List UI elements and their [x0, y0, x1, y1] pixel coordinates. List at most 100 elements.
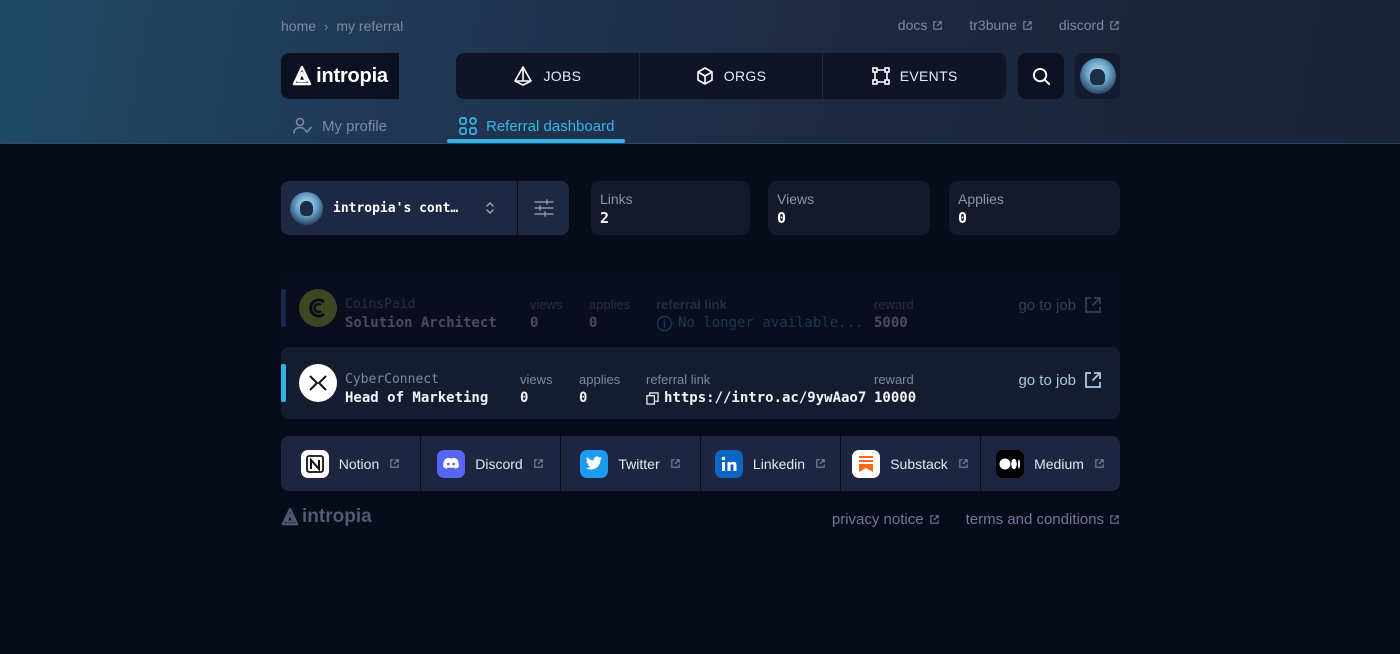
- notion-link[interactable]: Notion: [281, 436, 420, 491]
- intropia-logo-icon: [281, 507, 299, 526]
- go-to-job-label: go to job: [1018, 371, 1076, 389]
- twitter-label: Twitter: [618, 455, 660, 472]
- tab-bar: My profile Referral dashboard: [281, 111, 1120, 144]
- footer-links: privacy notice terms and conditions: [832, 511, 1120, 528]
- search-button[interactable]: [1018, 53, 1064, 99]
- notion-icon: [300, 449, 329, 478]
- notion-glyph-icon: [305, 454, 324, 473]
- brand-name: intropia: [316, 64, 388, 87]
- external-link-icon: [933, 20, 943, 30]
- discord-glyph-icon: [443, 457, 460, 469]
- sliders-icon: [533, 199, 554, 217]
- discord-social-link[interactable]: Discord: [421, 436, 560, 491]
- job-title: Solution Architect: [345, 315, 497, 331]
- linkedin-label: Linkedin: [752, 455, 806, 472]
- referral-link-col: referral link https://intro.ac/9ywAao7: [646, 372, 866, 408]
- nav-orgs[interactable]: ORGS: [640, 53, 824, 99]
- go-to-job-link[interactable]: go to job: [1018, 371, 1102, 389]
- copy-icon[interactable]: [646, 391, 659, 405]
- context-name: intropia's cont…: [333, 200, 459, 216]
- active-tab-indicator: [447, 139, 625, 143]
- views-value: 0: [520, 390, 529, 406]
- stat-views: Views 0: [768, 181, 930, 235]
- discord-link[interactable]: discord: [1059, 17, 1120, 33]
- footer: intropia privacy notice terms and condit…: [281, 503, 1120, 533]
- docs-link[interactable]: docs: [898, 17, 944, 33]
- medium-icon: [996, 449, 1025, 478]
- twitter-bird-icon: [586, 456, 603, 470]
- applies-label: applies: [589, 297, 631, 312]
- stat-applies-value: 0: [958, 209, 968, 227]
- external-link-icon: [1110, 20, 1119, 30]
- cube-icon: [696, 67, 713, 85]
- row-indicator: [281, 289, 286, 327]
- medium-link[interactable]: Medium: [981, 436, 1120, 491]
- referral-link-unavailable: No longer available...: [656, 313, 863, 333]
- context-selector[interactable]: intropia's cont…: [281, 181, 517, 235]
- views-label: views: [530, 297, 563, 312]
- referral-link-label: referral link: [656, 297, 727, 312]
- tab-referral-dashboard[interactable]: Referral dashboard: [447, 111, 625, 141]
- go-to-job-link[interactable]: go to job: [1018, 296, 1102, 314]
- job-info: CoinsPaid Solution Architect: [345, 297, 497, 333]
- brand-logo[interactable]: intropia: [281, 53, 399, 99]
- filter-button[interactable]: [518, 181, 569, 235]
- reward-value: 10000: [874, 390, 917, 406]
- terms-label: terms and conditions: [965, 511, 1104, 528]
- nav-events[interactable]: EVENTS: [823, 53, 1006, 99]
- medium-glyph-icon: [999, 458, 1021, 469]
- linkedin-link[interactable]: Linkedin: [701, 436, 840, 491]
- breadcrumb-current: my referral: [336, 18, 404, 34]
- views-col: views 0: [520, 372, 553, 408]
- main-nav: intropia JOBS ORGS EVENTS: [281, 53, 1120, 99]
- external-link-icon: [670, 459, 680, 468]
- avatar: [1079, 58, 1116, 94]
- job-info: CyberConnect Head of Marketing: [345, 372, 488, 408]
- stats-row: intropia's cont… Links 2 Views 0 Applies…: [281, 181, 1120, 235]
- external-link-icon: [1085, 372, 1101, 388]
- referral-link[interactable]: https://intro.ac/9ywAao7: [646, 388, 866, 408]
- linkedin-icon: [714, 449, 743, 478]
- stat-links-value: 2: [600, 209, 610, 227]
- applies-col: applies 0: [589, 297, 630, 333]
- chevron-right-icon: ›: [324, 18, 329, 34]
- notion-label: Notion: [338, 455, 380, 472]
- external-link-icon: [1023, 20, 1032, 30]
- go-to-job-label: go to job: [1018, 296, 1076, 314]
- chevron-updown-icon: [486, 202, 494, 214]
- views-value: 0: [530, 315, 539, 331]
- tab-referral-dashboard-label: Referral dashboard: [486, 117, 615, 135]
- terms-link[interactable]: terms and conditions: [966, 511, 1120, 528]
- user-menu-button[interactable]: [1075, 53, 1120, 99]
- breadcrumb-home[interactable]: home: [281, 18, 316, 34]
- user-check-icon: [293, 117, 312, 134]
- referral-link-label: referral link: [646, 372, 711, 387]
- table-row: CoinsPaid Solution Architect views 0 app…: [281, 272, 1120, 344]
- applies-value: 0: [579, 390, 588, 406]
- referral-link-text: No longer available...: [678, 315, 864, 331]
- org-name: CyberConnect: [345, 372, 439, 387]
- tr3bune-link[interactable]: tr3bune: [969, 17, 1032, 33]
- reward-value: 5000: [874, 315, 908, 331]
- coinspaid-logo: [299, 289, 337, 327]
- reward-label: reward: [874, 297, 914, 312]
- stat-views-label: Views: [777, 191, 815, 207]
- discord-icon: [437, 449, 466, 478]
- dashboard-icon: [459, 117, 477, 135]
- breadcrumb: home › my referral docs tr3bune discord: [281, 17, 1120, 35]
- cyberconnect-icon: [309, 375, 327, 391]
- tr3bune-link-label: tr3bune: [969, 17, 1017, 33]
- nav-group: JOBS ORGS EVENTS: [456, 53, 1006, 99]
- stat-links-label: Links: [600, 191, 633, 207]
- nav-jobs[interactable]: JOBS: [456, 53, 640, 99]
- tab-my-profile[interactable]: My profile: [293, 111, 387, 141]
- substack-link[interactable]: Substack: [841, 436, 980, 491]
- twitter-link[interactable]: Twitter: [561, 436, 700, 491]
- privacy-notice-link[interactable]: privacy notice: [832, 511, 940, 528]
- row-indicator: [281, 364, 286, 402]
- footer-logo[interactable]: intropia: [281, 506, 372, 528]
- reward-col: reward 5000: [874, 297, 914, 333]
- cyberconnect-logo: [299, 364, 337, 402]
- applies-label: applies: [579, 372, 621, 387]
- substack-label: Substack: [890, 455, 948, 472]
